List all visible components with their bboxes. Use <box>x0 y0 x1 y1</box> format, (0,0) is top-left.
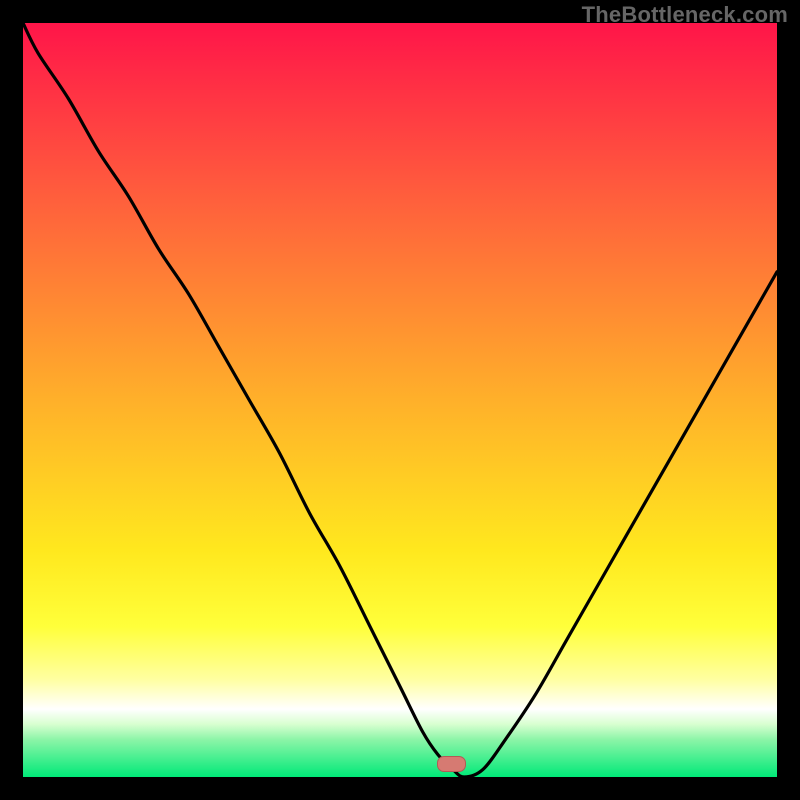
watermark-text: TheBottleneck.com <box>582 2 788 28</box>
minimum-marker <box>437 756 466 772</box>
chart-frame: TheBottleneck.com <box>0 0 800 800</box>
bottleneck-curve-path <box>23 23 777 777</box>
curve-layer <box>23 23 777 777</box>
plot-area <box>23 23 777 777</box>
